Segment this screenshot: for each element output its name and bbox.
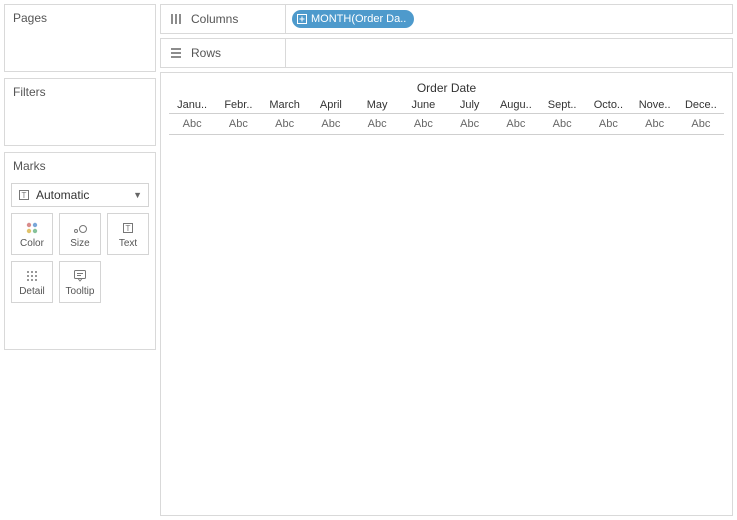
columns-pill-month-order-date[interactable]: MONTH(Order Da.. bbox=[292, 10, 414, 28]
data-cell: Abc bbox=[262, 118, 308, 130]
svg-text:T: T bbox=[126, 224, 131, 233]
month-header-row: Janu.. Febr.. March April May June July … bbox=[169, 99, 724, 114]
size-icon bbox=[72, 220, 88, 236]
month-header-cell: May bbox=[354, 99, 400, 111]
filters-title: Filters bbox=[5, 79, 155, 105]
data-cell: Abc bbox=[585, 118, 631, 130]
viz-title: Order Date bbox=[169, 81, 724, 95]
month-header-cell: Dece.. bbox=[678, 99, 724, 111]
rows-icon bbox=[169, 46, 183, 60]
marks-color-label: Color bbox=[20, 238, 44, 249]
marks-type-label: Automatic bbox=[36, 188, 89, 202]
pages-panel: Pages bbox=[4, 4, 156, 72]
month-header-cell: June bbox=[400, 99, 446, 111]
pill-label: MONTH(Order Da.. bbox=[311, 13, 406, 25]
marks-color-button[interactable]: Color bbox=[11, 213, 53, 255]
tooltip-icon bbox=[73, 268, 87, 284]
data-cell: Abc bbox=[632, 118, 678, 130]
month-header-cell: July bbox=[447, 99, 493, 111]
columns-icon bbox=[169, 12, 183, 26]
rows-dropzone[interactable] bbox=[285, 39, 732, 67]
marks-text-label: Text bbox=[119, 238, 137, 249]
data-cell: Abc bbox=[215, 118, 261, 130]
month-header-cell: Augu.. bbox=[493, 99, 539, 111]
rows-shelf[interactable]: Rows bbox=[160, 38, 733, 68]
pages-title: Pages bbox=[5, 5, 155, 31]
marks-title: Marks bbox=[5, 153, 155, 179]
marks-detail-label: Detail bbox=[19, 286, 45, 297]
drill-plus-icon bbox=[297, 14, 307, 24]
marks-type-dropdown[interactable]: T Automatic ▼ bbox=[11, 183, 149, 207]
color-icon bbox=[25, 220, 39, 236]
marks-tooltip-button[interactable]: Tooltip bbox=[59, 261, 101, 303]
data-cell: Abc bbox=[400, 118, 446, 130]
text-icon: T bbox=[122, 220, 134, 236]
filters-panel: Filters bbox=[4, 78, 156, 146]
rows-label: Rows bbox=[191, 46, 221, 60]
data-cell: Abc bbox=[447, 118, 493, 130]
month-header-cell: Octo.. bbox=[585, 99, 631, 111]
columns-shelf[interactable]: Columns MONTH(Order Da.. bbox=[160, 4, 733, 34]
data-cell: Abc bbox=[493, 118, 539, 130]
chevron-down-icon: ▼ bbox=[133, 190, 142, 200]
data-row: Abc Abc Abc Abc Abc Abc Abc Abc Abc Abc … bbox=[169, 114, 724, 135]
visualization-area: Order Date Janu.. Febr.. March April May… bbox=[160, 72, 733, 516]
columns-dropzone[interactable]: MONTH(Order Da.. bbox=[285, 5, 732, 33]
marks-size-button[interactable]: Size bbox=[59, 213, 101, 255]
data-cell: Abc bbox=[308, 118, 354, 130]
month-header-cell: Nove.. bbox=[632, 99, 678, 111]
text-type-icon: T bbox=[18, 189, 30, 201]
data-cell: Abc bbox=[678, 118, 724, 130]
month-header-cell: April bbox=[308, 99, 354, 111]
month-header-cell: Sept.. bbox=[539, 99, 585, 111]
data-cell: Abc bbox=[539, 118, 585, 130]
month-header-cell: Febr.. bbox=[215, 99, 261, 111]
marks-tooltip-label: Tooltip bbox=[66, 286, 95, 297]
data-cell: Abc bbox=[169, 118, 215, 130]
marks-panel: Marks T Automatic ▼ bbox=[4, 152, 156, 350]
detail-icon bbox=[25, 268, 39, 284]
marks-size-label: Size bbox=[70, 238, 89, 249]
columns-label: Columns bbox=[191, 12, 238, 26]
marks-text-button[interactable]: T Text bbox=[107, 213, 149, 255]
marks-detail-button[interactable]: Detail bbox=[11, 261, 53, 303]
data-cell: Abc bbox=[354, 118, 400, 130]
month-header-cell: Janu.. bbox=[169, 99, 215, 111]
svg-text:T: T bbox=[22, 191, 27, 200]
month-header-cell: March bbox=[262, 99, 308, 111]
